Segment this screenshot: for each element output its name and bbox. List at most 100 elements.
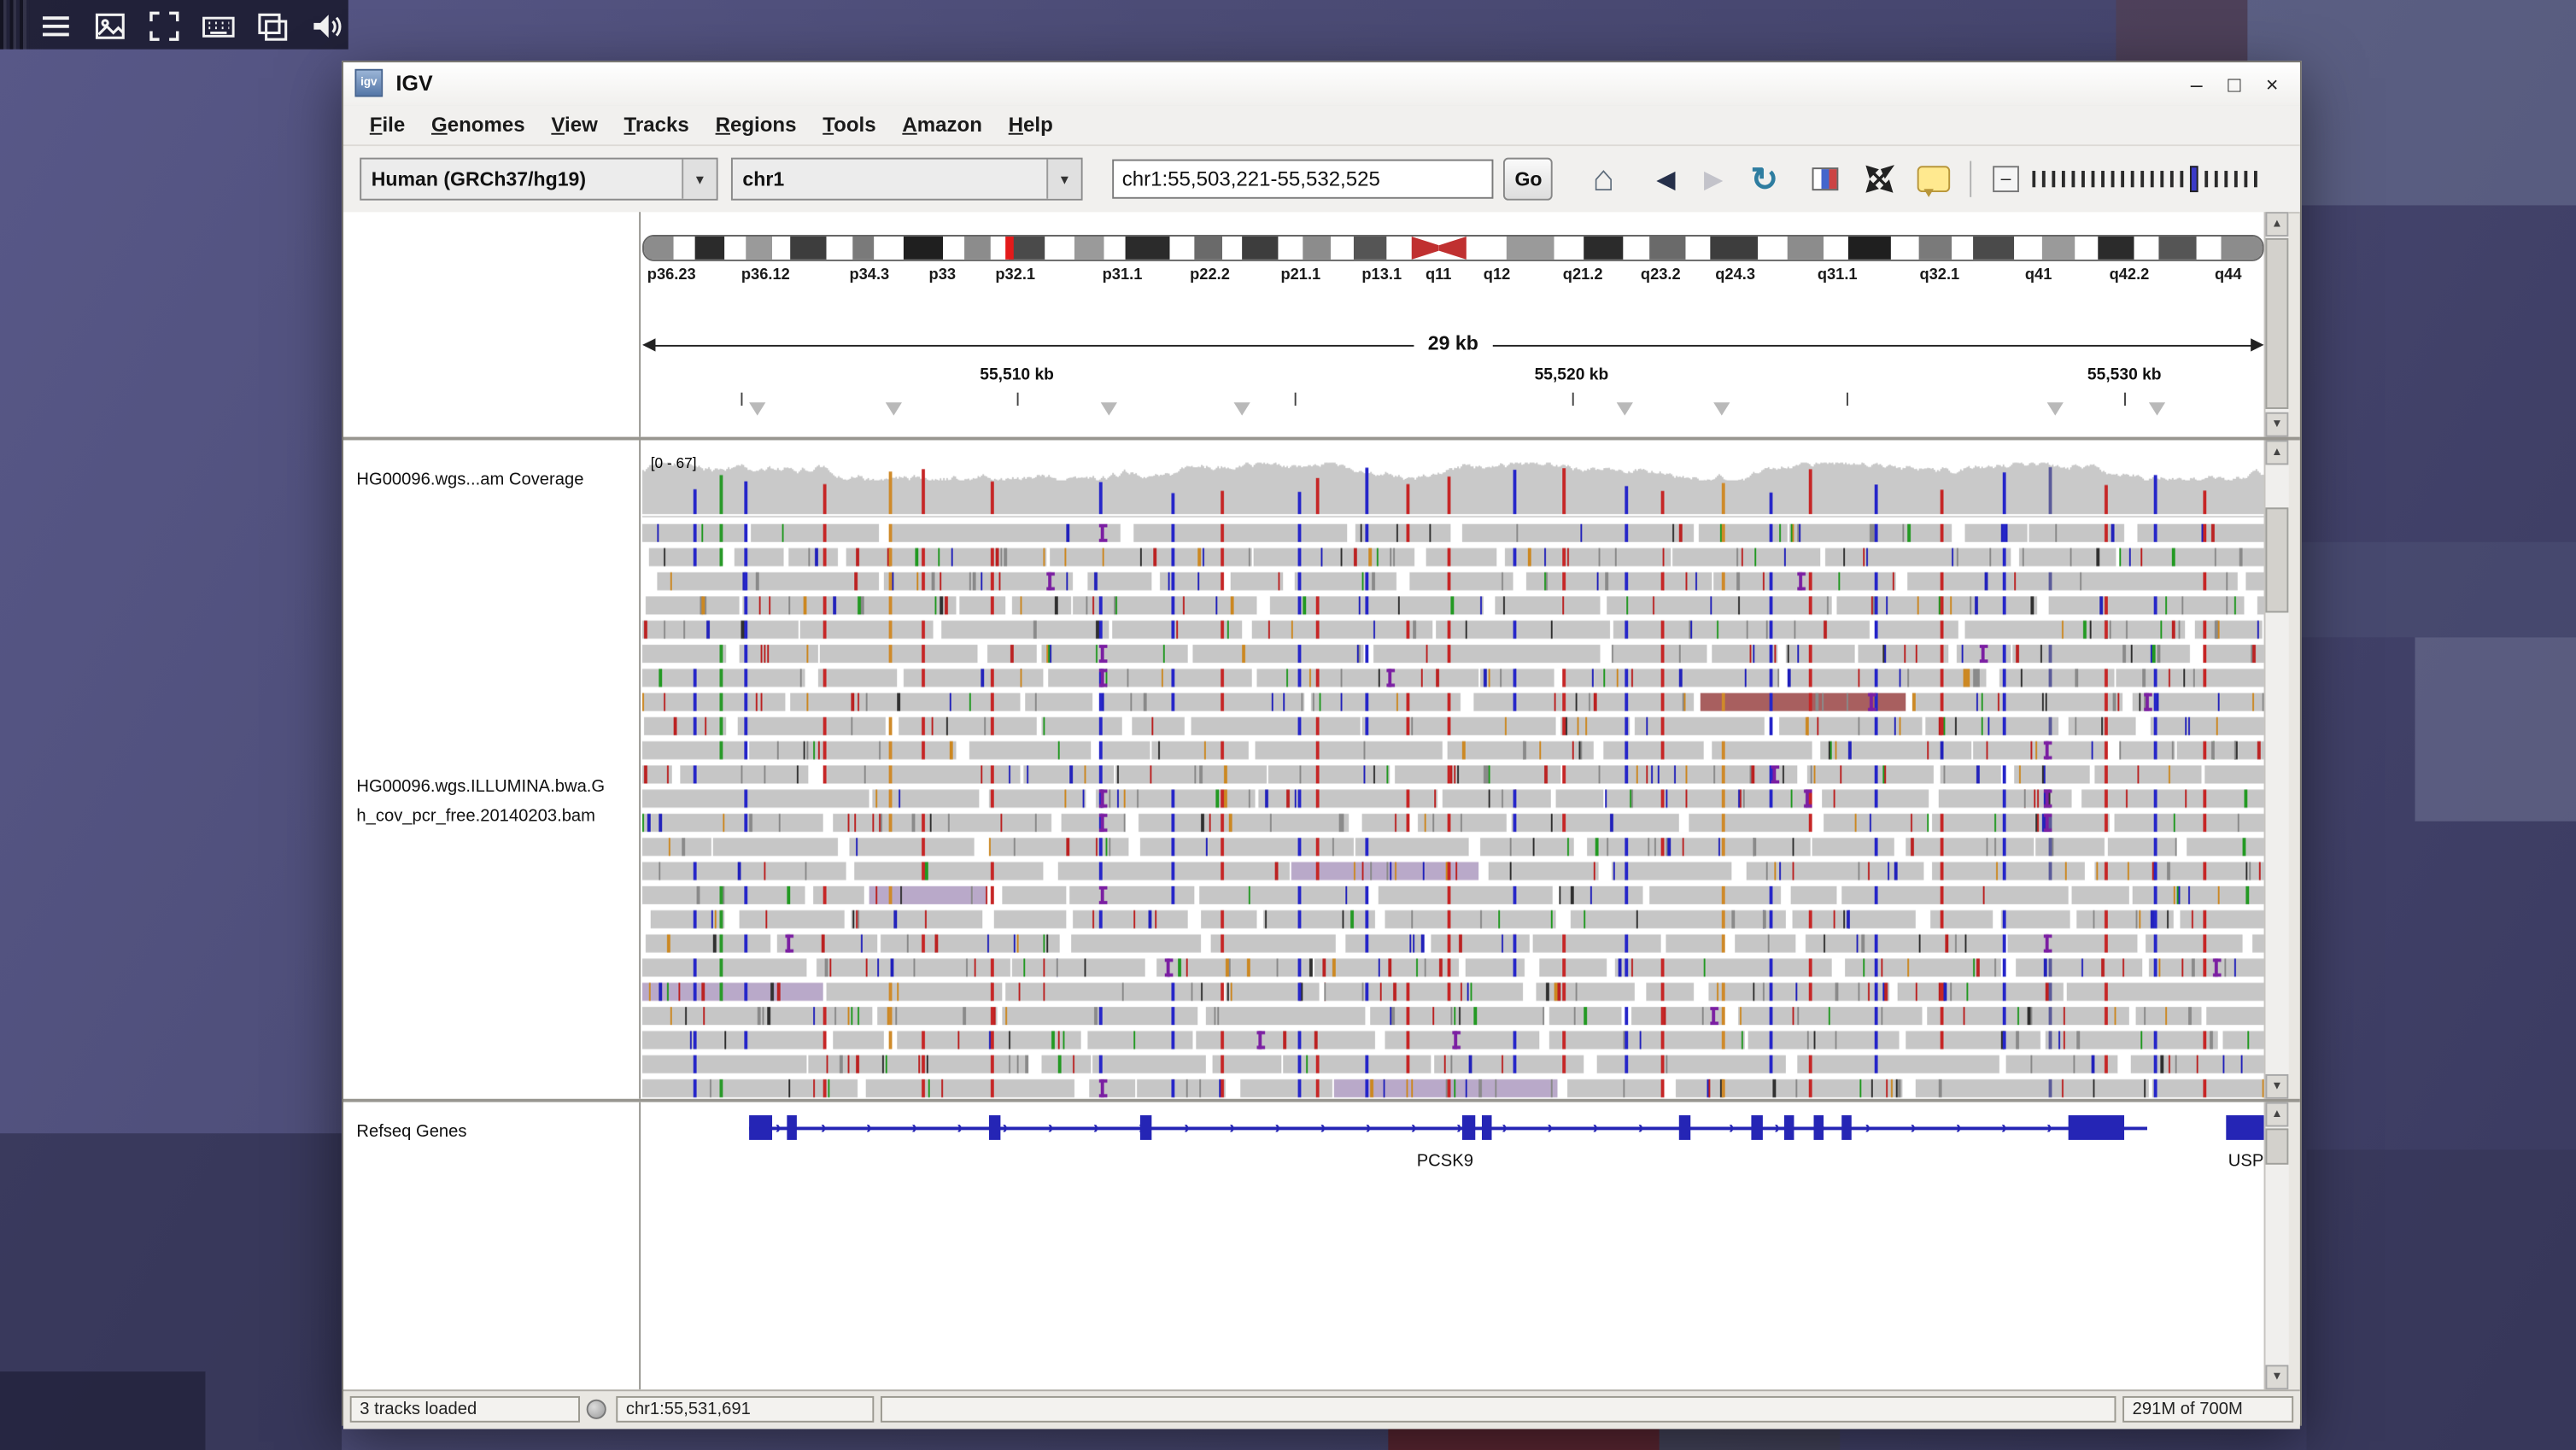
locus-input[interactable]	[1112, 160, 1493, 199]
close-button[interactable]: ×	[2257, 69, 2287, 99]
ruler-tick-label: 55,530 kb	[2087, 366, 2162, 384]
igv-logo-icon: igv	[354, 69, 383, 97]
cytoband-label: q21.2	[1563, 266, 1603, 284]
zoom-tick	[2111, 171, 2115, 187]
scroll-down-icon[interactable]: ▼	[2265, 1365, 2288, 1389]
gene-strand-arrow-icon: ›	[1184, 1116, 1190, 1139]
cytoband-label: q44	[2215, 266, 2241, 284]
menu-icon[interactable]	[36, 7, 75, 46]
zoom-slider[interactable]	[2032, 161, 2297, 197]
gene-track[interactable]: PCSK9 USP2 ›››››››››››››››››››››››››››››…	[642, 1102, 2263, 1390]
window-title: IGV	[396, 71, 433, 96]
gene-exon	[787, 1115, 797, 1140]
cytoband	[1353, 237, 1385, 260]
title-bar[interactable]: igv IGV – □ ×	[343, 62, 2300, 107]
scrollbar-thumb[interactable]	[2265, 507, 2288, 612]
toolbar-separator	[1970, 161, 1971, 197]
scrollbar-thumb[interactable]	[2265, 238, 2288, 409]
fullscreen-icon[interactable]	[144, 7, 184, 46]
gene-label-usp2[interactable]: USP2	[2228, 1151, 2264, 1171]
alignment-track-name-line1[interactable]: HG00096.wgs.ILLUMINA.bwa.G	[356, 777, 605, 797]
gene-strand-arrow-icon: ›	[1956, 1116, 1962, 1139]
copy-windows-icon[interactable]	[253, 7, 292, 46]
forward-icon[interactable]: ▶	[1690, 156, 1736, 202]
cytoband-label: q41	[2025, 266, 2052, 284]
scroll-down-icon[interactable]: ▼	[2265, 412, 2288, 437]
cytoband	[1332, 237, 1354, 260]
cytoband	[1386, 237, 1412, 260]
alignment-canvas[interactable]	[642, 440, 2263, 1098]
coverage-track-name[interactable]: HG00096.wgs...am Coverage	[356, 470, 583, 489]
ideogram-scrollbar[interactable]: ▲ ▼	[2264, 212, 2289, 437]
gene-strand-arrow-icon: ›	[2046, 1116, 2052, 1139]
toolbar: Human (GRCh37/hg19) ▼ chr1 ▼ Go ⌂ ◀ ▶ ↻ …	[343, 146, 2300, 213]
gene-strand-arrow-icon: ›	[1593, 1116, 1599, 1139]
go-button[interactable]: Go	[1503, 158, 1553, 201]
chromosome-combobox-value: chr1	[733, 160, 1046, 199]
zoom-slider-thumb[interactable]	[2190, 166, 2198, 192]
menu-view[interactable]: View	[538, 110, 611, 140]
zoom-tick	[2180, 171, 2183, 187]
gene-label-pcsk9[interactable]: PCSK9	[1417, 1151, 1473, 1171]
cytoband	[1169, 237, 1195, 260]
igv-window: igv IGV – □ × FileGenomesViewTracksRegio…	[342, 61, 2302, 1425]
cytoband-labels: p36.23p36.12p34.3p33p32.1p31.1p22.2p21.1…	[642, 266, 2263, 286]
scroll-up-icon[interactable]: ▲	[2265, 212, 2288, 237]
menu-help[interactable]: Help	[995, 110, 1066, 140]
scroll-up-icon[interactable]: ▲	[2265, 440, 2288, 465]
gene-track-name[interactable]: Refseq Genes	[356, 1122, 466, 1142]
gene-scrollbar[interactable]: ▲ ▼	[2264, 1102, 2289, 1390]
wallpaper-patch	[0, 1371, 205, 1450]
cytoband	[695, 237, 724, 260]
wallpaper-patch	[2300, 542, 2576, 638]
cytoband	[771, 237, 789, 260]
back-icon[interactable]: ◀	[1642, 156, 1689, 202]
chromosome-combobox[interactable]: chr1 ▼	[731, 158, 1083, 201]
cytoband	[965, 237, 991, 260]
cytoband	[1711, 237, 1759, 260]
cytoband	[1891, 237, 1918, 260]
gene-strand-arrow-icon: ›	[1774, 1116, 1780, 1139]
ruler-arrow-left-icon	[642, 338, 655, 351]
cytoband	[2098, 237, 2134, 260]
gene-strand-arrow-icon: ›	[1911, 1116, 1917, 1139]
cytoband-label: q24.3	[1715, 266, 1755, 284]
gene-strand-arrow-icon: ›	[1093, 1116, 1099, 1139]
zoom-out-button[interactable]: –	[1993, 166, 2019, 192]
cytoband-label: p21.1	[1280, 266, 1320, 284]
cytoband	[1824, 237, 1847, 260]
alignment-panel: HG00096.wgs...am Coverage HG00096.wgs.IL…	[343, 440, 2288, 1098]
refresh-icon[interactable]: ↻	[1742, 156, 1788, 202]
images-icon[interactable]	[91, 7, 130, 46]
chevron-down-icon[interactable]: ▼	[1046, 160, 1080, 199]
tooltip-bubble-icon[interactable]	[1911, 156, 1957, 202]
cytoband	[903, 237, 943, 260]
menu-tools[interactable]: Tools	[810, 110, 889, 140]
minimize-button[interactable]: –	[2181, 69, 2211, 99]
memory-status[interactable]: 291M of 700M	[2122, 1396, 2293, 1423]
keyboard-icon[interactable]	[199, 7, 238, 46]
menu-file[interactable]: File	[356, 110, 418, 140]
scroll-down-icon[interactable]: ▼	[2265, 1074, 2288, 1099]
menu-regions[interactable]: Regions	[702, 110, 810, 140]
region-tool-icon[interactable]	[1802, 156, 1848, 202]
alignment-track-name-line2[interactable]: h_cov_pcr_free.20140203.bam	[356, 806, 595, 826]
maximize-button[interactable]: □	[2220, 69, 2250, 99]
chromosome-ideogram[interactable]	[642, 235, 2263, 261]
cytoband	[1045, 237, 1074, 260]
resize-fit-icon[interactable]	[1857, 156, 1903, 202]
home-icon[interactable]: ⌂	[1580, 156, 1626, 202]
audio-icon[interactable]	[307, 7, 347, 46]
chevron-down-icon[interactable]: ▼	[682, 160, 716, 199]
genome-combobox[interactable]: Human (GRCh37/hg19) ▼	[360, 158, 717, 201]
zoom-tick	[2244, 171, 2247, 187]
alignment-scrollbar[interactable]: ▲ ▼	[2264, 440, 2289, 1098]
menu-genomes[interactable]: Genomes	[419, 110, 538, 140]
scrollbar-thumb[interactable]	[2265, 1128, 2288, 1164]
menu-tracks[interactable]: Tracks	[611, 110, 702, 140]
cytoband-label: p36.12	[741, 266, 790, 284]
scroll-up-icon[interactable]: ▲	[2265, 1102, 2288, 1127]
ideogram-panel: p36.23p36.12p34.3p33p32.1p31.1p22.2p21.1…	[343, 212, 2288, 437]
menu-amazon[interactable]: Amazon	[889, 110, 995, 140]
ruler-span: 29 kb	[642, 333, 2263, 356]
